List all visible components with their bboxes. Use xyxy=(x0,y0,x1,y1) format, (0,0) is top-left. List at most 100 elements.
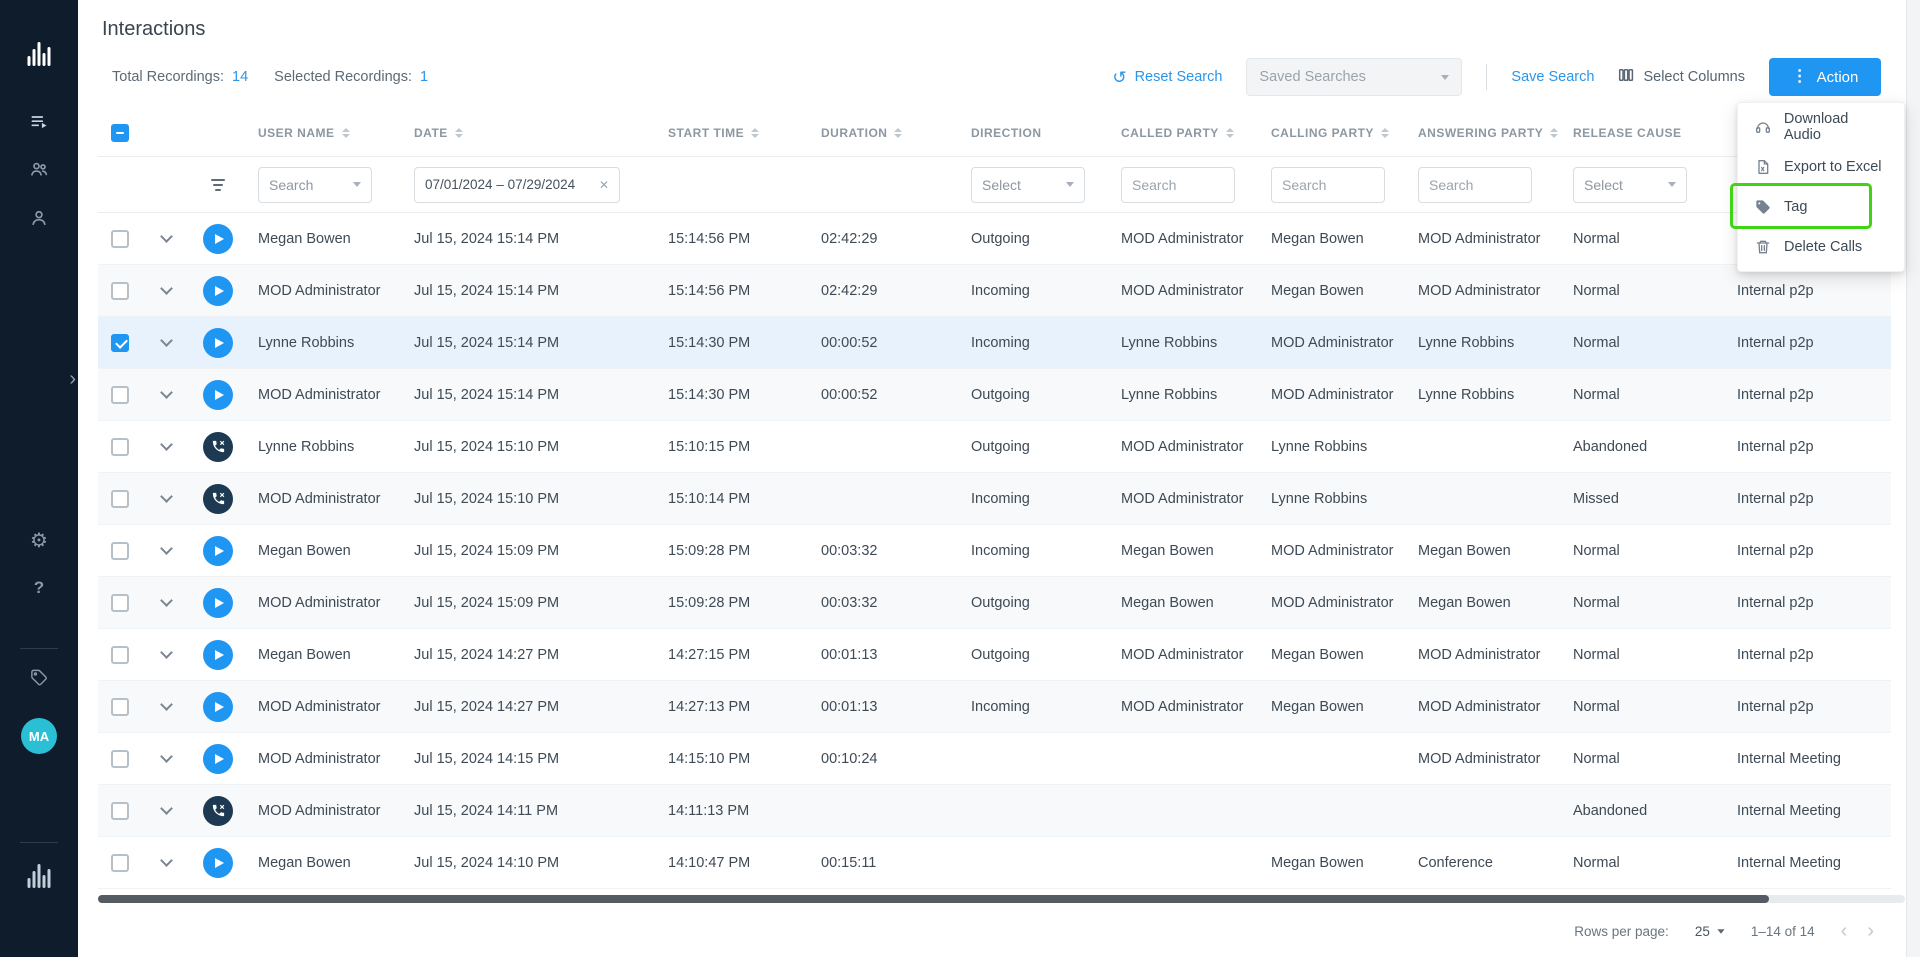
column-header-called[interactable]: CALLED PARTY xyxy=(1109,109,1259,156)
row-checkbox[interactable] xyxy=(111,438,129,456)
menu-item-tag[interactable]: Tag xyxy=(1738,187,1904,227)
column-header-date[interactable]: DATE xyxy=(402,109,656,156)
expand-row-chevron-icon[interactable] xyxy=(160,750,173,763)
play-button[interactable] xyxy=(203,588,233,618)
select-all-checkbox[interactable] xyxy=(111,124,129,142)
row-checkbox[interactable] xyxy=(111,750,129,768)
missed-call-icon[interactable] xyxy=(203,484,233,514)
column-header-calling[interactable]: CALLING PARTY xyxy=(1259,109,1406,156)
sidebar-item-users[interactable] xyxy=(29,208,49,233)
row-checkbox[interactable] xyxy=(111,334,129,352)
row-checkbox[interactable] xyxy=(111,646,129,664)
table-row[interactable]: Lynne RobbinsJul 15, 2024 15:14 PM15:14:… xyxy=(98,317,1891,369)
sort-icon[interactable] xyxy=(1381,128,1389,138)
clear-date-icon[interactable]: ✕ xyxy=(599,178,609,192)
sidebar-item-teams[interactable] xyxy=(29,159,49,184)
row-checkbox[interactable] xyxy=(111,490,129,508)
row-checkbox[interactable] xyxy=(111,282,129,300)
user-avatar[interactable]: MA xyxy=(21,718,57,754)
column-header-duration[interactable]: DURATION xyxy=(809,109,959,156)
sort-icon[interactable] xyxy=(894,128,902,138)
sort-icon[interactable] xyxy=(1550,128,1558,138)
table-row[interactable]: Megan BowenJul 15, 2024 15:14 PM15:14:56… xyxy=(98,213,1891,265)
missed-call-icon[interactable] xyxy=(203,432,233,462)
row-checkbox[interactable] xyxy=(111,594,129,612)
save-search-button[interactable]: Save Search xyxy=(1511,69,1594,85)
play-button[interactable] xyxy=(203,640,233,670)
play-button[interactable] xyxy=(203,380,233,410)
table-row[interactable]: Lynne RobbinsJul 15, 2024 15:10 PM15:10:… xyxy=(98,421,1891,473)
table-row[interactable]: MOD AdministratorJul 15, 2024 15:14 PM15… xyxy=(98,265,1891,317)
expand-row-chevron-icon[interactable] xyxy=(160,438,173,451)
menu-item-download-audio[interactable]: Download Audio xyxy=(1738,107,1904,147)
sort-icon[interactable] xyxy=(455,128,463,138)
sidebar-expand-chevron-icon[interactable]: › xyxy=(69,368,76,391)
column-header-user[interactable]: USER NAME xyxy=(246,109,402,156)
play-button[interactable] xyxy=(203,744,233,774)
tags-icon[interactable] xyxy=(30,668,49,687)
page-scrollbar[interactable] xyxy=(1906,0,1920,957)
release-cause-filter[interactable]: Select xyxy=(1573,167,1687,203)
expand-row-chevron-icon[interactable] xyxy=(160,230,173,243)
table-row[interactable]: MOD AdministratorJul 15, 2024 14:11 PM14… xyxy=(98,785,1891,837)
sort-icon[interactable] xyxy=(751,128,759,138)
row-checkbox[interactable] xyxy=(111,542,129,560)
play-button[interactable] xyxy=(203,328,233,358)
menu-item-delete-calls[interactable]: Delete Calls xyxy=(1738,227,1904,267)
sort-icon[interactable] xyxy=(1226,128,1234,138)
table-row[interactable]: Megan BowenJul 15, 2024 15:09 PM15:09:28… xyxy=(98,525,1891,577)
expand-row-chevron-icon[interactable] xyxy=(160,282,173,295)
play-button[interactable] xyxy=(203,692,233,722)
missed-call-icon[interactable] xyxy=(203,796,233,826)
play-button[interactable] xyxy=(203,224,233,254)
column-header-answering[interactable]: ANSWERING PARTY xyxy=(1406,109,1561,156)
calling-party-filter[interactable] xyxy=(1271,167,1385,203)
table-row[interactable]: Megan BowenJul 15, 2024 14:27 PM14:27:15… xyxy=(98,629,1891,681)
expand-row-chevron-icon[interactable] xyxy=(160,802,173,815)
filter-icon[interactable] xyxy=(211,179,225,191)
expand-row-chevron-icon[interactable] xyxy=(160,334,173,347)
date-range-filter[interactable]: 07/01/2024 – 07/29/2024✕ xyxy=(414,167,620,203)
sort-icon[interactable] xyxy=(342,128,350,138)
row-checkbox[interactable] xyxy=(111,802,129,820)
play-button[interactable] xyxy=(203,276,233,306)
sidebar-item-interactions[interactable] xyxy=(29,112,49,137)
user-name-filter[interactable]: Search xyxy=(258,167,372,203)
table-row[interactable]: MOD AdministratorJul 15, 2024 15:09 PM15… xyxy=(98,577,1891,629)
direction-filter[interactable]: Select xyxy=(971,167,1085,203)
horizontal-scrollbar[interactable] xyxy=(98,895,1905,903)
reset-search-button[interactable]: ↺ Reset Search xyxy=(1112,69,1222,86)
table-row[interactable]: MOD AdministratorJul 15, 2024 15:14 PM15… xyxy=(98,369,1891,421)
settings-gear-icon[interactable]: ⚙ xyxy=(30,528,48,553)
table-row[interactable]: MOD AdministratorJul 15, 2024 15:10 PM15… xyxy=(98,473,1891,525)
table-row[interactable]: Megan BowenJul 15, 2024 14:10 PM14:10:47… xyxy=(98,837,1891,889)
expand-row-chevron-icon[interactable] xyxy=(160,854,173,867)
row-checkbox[interactable] xyxy=(111,230,129,248)
next-page-button[interactable]: › xyxy=(1867,921,1874,941)
help-icon[interactable]: ? xyxy=(34,578,44,598)
select-columns-button[interactable]: Select Columns xyxy=(1618,67,1745,87)
table-row[interactable]: MOD AdministratorJul 15, 2024 14:27 PM14… xyxy=(98,681,1891,733)
row-checkbox[interactable] xyxy=(111,854,129,872)
expand-row-chevron-icon[interactable] xyxy=(160,698,173,711)
expand-row-chevron-icon[interactable] xyxy=(160,542,173,555)
play-button[interactable] xyxy=(203,848,233,878)
expand-row-chevron-icon[interactable] xyxy=(160,386,173,399)
previous-page-button[interactable]: ‹ xyxy=(1841,921,1848,941)
play-button[interactable] xyxy=(203,536,233,566)
horizontal-scrollbar-thumb[interactable] xyxy=(98,895,1769,903)
saved-searches-select[interactable]: Saved Searches xyxy=(1246,58,1462,96)
expand-row-chevron-icon[interactable] xyxy=(160,490,173,503)
row-checkbox[interactable] xyxy=(111,698,129,716)
column-header-start[interactable]: START TIME xyxy=(656,109,809,156)
row-checkbox[interactable] xyxy=(111,386,129,404)
expand-row-chevron-icon[interactable] xyxy=(160,646,173,659)
action-button[interactable]: ⋮ Action xyxy=(1769,58,1881,96)
table-row[interactable]: MOD AdministratorJul 15, 2024 14:15 PM14… xyxy=(98,733,1891,785)
expand-row-chevron-icon[interactable] xyxy=(160,594,173,607)
app-logo[interactable] xyxy=(28,40,51,66)
called-party-filter[interactable] xyxy=(1121,167,1235,203)
answering-party-filter[interactable] xyxy=(1418,167,1532,203)
menu-item-export-to-excel[interactable]: Export to Excel xyxy=(1738,147,1904,187)
rows-per-page-select[interactable]: 25 xyxy=(1695,924,1725,939)
